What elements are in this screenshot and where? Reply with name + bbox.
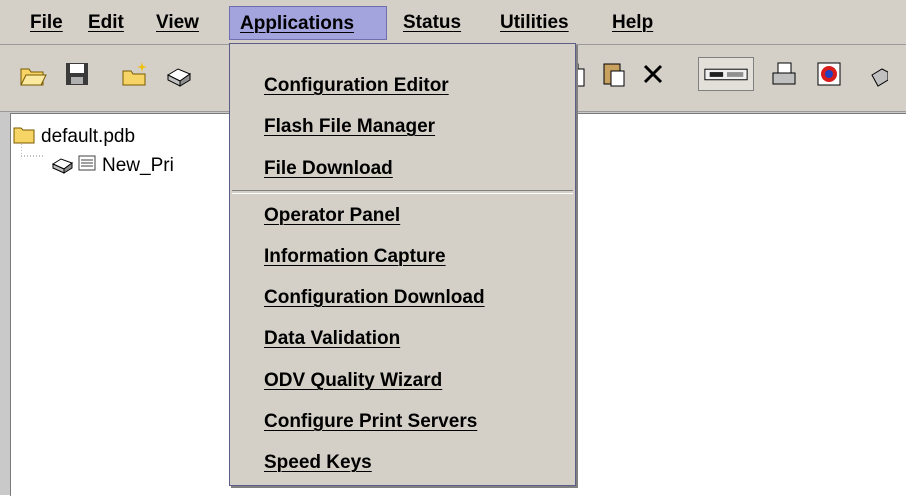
menu-item-operator-panel[interactable]: Operator Panel — [264, 199, 400, 233]
extra-icon[interactable] — [858, 57, 888, 91]
menu-applications[interactable]: Applications — [229, 6, 387, 40]
menu-separator — [232, 190, 573, 194]
new-folder-icon[interactable] — [118, 57, 152, 91]
menu-item-data-validation[interactable]: Data Validation — [264, 322, 400, 356]
applications-dropdown-menu: Configuration Editor Flash File Manager … — [229, 43, 576, 486]
menu-item-configure-print-servers[interactable]: Configure Print Servers — [264, 405, 477, 439]
menu-item-flash-file-manager[interactable]: Flash File Manager — [264, 110, 435, 144]
menu-utilities[interactable]: Utilities — [490, 6, 579, 40]
tree-item-label: New_Pri — [102, 155, 174, 176]
menu-item-odv-quality-wizard[interactable]: ODV Quality Wizard — [264, 364, 442, 398]
paste-icon[interactable] — [597, 57, 631, 91]
app-icon[interactable] — [812, 57, 846, 91]
menu-item-speed-keys[interactable]: Speed Keys — [264, 446, 372, 480]
delete-icon[interactable] — [636, 57, 670, 91]
app-window: File Edit View Applications Status Utili… — [0, 0, 906, 496]
tree-item-printer[interactable]: New_Pri — [51, 152, 174, 180]
menu-edit[interactable]: Edit — [78, 6, 134, 40]
save-icon[interactable] — [60, 57, 94, 91]
device-icon[interactable] — [698, 57, 754, 91]
printer-icon — [51, 152, 75, 180]
menu-status[interactable]: Status — [393, 6, 471, 40]
menu-help[interactable]: Help — [602, 6, 663, 40]
new-printer-icon[interactable] — [162, 57, 196, 91]
menu-file[interactable]: File — [20, 6, 73, 40]
list-icon — [78, 154, 96, 178]
print-queue-icon[interactable] — [767, 57, 801, 91]
menu-item-file-download[interactable]: File Download — [264, 152, 393, 186]
menu-item-information-capture[interactable]: Information Capture — [264, 240, 446, 274]
menu-item-configuration-editor[interactable]: Configuration Editor — [264, 69, 449, 103]
menu-bar: File Edit View Applications Status Utili… — [0, 0, 906, 45]
menu-item-configuration-download[interactable]: Configuration Download — [264, 281, 485, 315]
open-folder-icon[interactable] — [16, 57, 50, 91]
menu-view[interactable]: View — [146, 6, 209, 40]
